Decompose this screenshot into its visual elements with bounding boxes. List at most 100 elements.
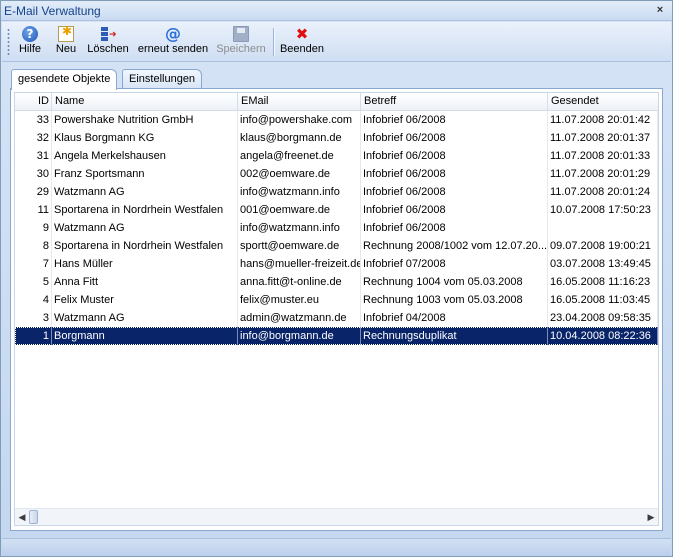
cell-sent — [548, 219, 658, 237]
cell-sent: 11.07.2008 20:01:33 — [548, 147, 658, 165]
tab-sent-items[interactable]: gesendete Objekte — [11, 69, 118, 90]
tab-settings[interactable]: Einstellungen — [122, 69, 203, 89]
tab-sent-items-label: gesendete Objekte — [18, 73, 111, 85]
cell-id: 5 — [15, 273, 52, 291]
cell-subject: Infobrief 06/2008 — [361, 165, 548, 183]
cell-email: info@powershake.com — [238, 111, 361, 129]
cell-id: 4 — [15, 291, 52, 309]
cell-subject: Rechnung 1003 vom 05.03.2008 — [361, 291, 548, 309]
table-row[interactable]: 8 Sportarena in Nordrhein Westfalen sportt… — [15, 237, 658, 255]
cell-name: Felix Muster — [52, 291, 238, 309]
cell-subject: Infobrief 06/2008 — [361, 219, 548, 237]
status-bar — [2, 538, 671, 556]
cell-email: klaus@borgmann.de — [238, 129, 361, 147]
cell-email: 002@oemware.de — [238, 165, 361, 183]
scroll-right-arrow-icon[interactable]: ▶ — [645, 511, 657, 523]
cell-name: Watzmann AG — [52, 309, 238, 327]
exit-button[interactable]: ✖ Beenden — [279, 25, 325, 59]
cell-id: 33 — [15, 111, 52, 129]
tab-panel: ID Name EMail Betreff Gesendet 33 Powersh… — [10, 88, 663, 531]
cell-email: angela@freenet.de — [238, 147, 361, 165]
cell-name: Watzmann AG — [52, 183, 238, 201]
cell-subject: Infobrief 06/2008 — [361, 147, 548, 165]
cell-sent: 09.07.2008 19:00:21 — [548, 237, 658, 255]
cell-id: 7 — [15, 255, 52, 273]
resend-button-label: erneut senden — [137, 43, 209, 55]
cell-name: Franz Sportsmann — [52, 165, 238, 183]
column-header-sent[interactable]: Gesendet — [548, 93, 658, 110]
cell-id: 32 — [15, 129, 52, 147]
cell-name: Hans Müller — [52, 255, 238, 273]
cell-sent: 11.07.2008 20:01:24 — [548, 183, 658, 201]
cell-email: felix@muster.eu — [238, 291, 361, 309]
cell-email: info@watzmann.info — [238, 219, 361, 237]
cell-subject: Infobrief 06/2008 — [361, 111, 548, 129]
cell-subject: Infobrief 06/2008 — [361, 183, 548, 201]
cell-subject: Infobrief 07/2008 — [361, 255, 548, 273]
scrollbar-thumb[interactable] — [29, 510, 38, 524]
table-row[interactable]: 30 Franz Sportsmann 002@oemware.de Infobrie… — [15, 165, 658, 183]
column-header-id[interactable]: ID — [15, 93, 52, 110]
cell-email: info@borgmann.de — [238, 327, 361, 345]
table-row[interactable]: 32 Klaus Borgmann KG klaus@borgmann.de Info… — [15, 129, 658, 147]
cell-id: 9 — [15, 219, 52, 237]
table-row[interactable]: 31 Angela Merkelshausen angela@freenet.de I… — [15, 147, 658, 165]
cell-subject: Rechnung 1004 vom 05.03.2008 — [361, 273, 548, 291]
close-icon[interactable]: × — [654, 3, 666, 17]
horizontal-scrollbar[interactable]: ◀ ▶ — [15, 508, 658, 525]
cell-sent: 11.07.2008 20:01:42 — [548, 111, 658, 129]
cell-sent: 11.07.2008 20:01:29 — [548, 165, 658, 183]
tab-settings-label: Einstellungen — [129, 73, 196, 85]
save-button-label: Speichern — [216, 43, 266, 55]
sent-items-grid: ID Name EMail Betreff Gesendet 33 Powersh… — [14, 92, 659, 526]
cell-subject: Rechnung 2008/1002 vom 12.07.20... — [361, 237, 548, 255]
save-button[interactable]: Speichern — [215, 25, 267, 59]
cell-subject: Rechnungsduplikat — [361, 327, 548, 345]
tab-strip: gesendete Objekte Einstellungen — [11, 69, 671, 90]
resend-button[interactable]: @ erneut senden — [137, 25, 209, 59]
toolbar-separator — [273, 28, 274, 56]
cell-email: anna.fitt@t-online.de — [238, 273, 361, 291]
column-header-subject[interactable]: Betreff — [361, 93, 548, 110]
column-header-email[interactable]: EMail — [238, 93, 361, 110]
cell-id: 11 — [15, 201, 52, 219]
cell-id: 29 — [15, 183, 52, 201]
save-icon — [233, 26, 249, 42]
cell-id: 8 — [15, 237, 52, 255]
cell-name: Sportarena in Nordrhein Westfalen — [52, 201, 238, 219]
cell-sent: 10.04.2008 08:22:36 — [548, 327, 658, 345]
scroll-left-arrow-icon[interactable]: ◀ — [16, 511, 28, 523]
table-row[interactable]: 3 Watzmann AG admin@watzmann.de Infobrief 0… — [15, 309, 658, 327]
window-title: E-Mail Verwaltung — [4, 4, 101, 18]
table-row[interactable]: 4 Felix Muster felix@muster.eu Rechnung 100… — [15, 291, 658, 309]
exit-icon: ✖ — [295, 25, 309, 43]
cell-subject: Infobrief 06/2008 — [361, 201, 548, 219]
table-row[interactable]: 1 Borgmann info@borgmann.de Rechnungsduplik… — [15, 327, 658, 345]
toolbar-grip[interactable] — [7, 28, 10, 56]
cell-email: info@watzmann.info — [238, 183, 361, 201]
cell-sent: 16.05.2008 11:03:45 — [548, 291, 658, 309]
cell-sent: 03.07.2008 13:49:45 — [548, 255, 658, 273]
cell-sent: 10.07.2008 17:50:23 — [548, 201, 658, 219]
cell-id: 30 — [15, 165, 52, 183]
delete-button[interactable]: ➜ Löschen — [86, 25, 130, 59]
delete-icon: ➜ — [100, 26, 117, 42]
grid-header: ID Name EMail Betreff Gesendet — [15, 93, 658, 111]
table-row[interactable]: 5 Anna Fitt anna.fitt@t-online.de Rechnung … — [15, 273, 658, 291]
table-row[interactable]: 33 Powershake Nutrition GmbH info@powersha… — [15, 111, 658, 129]
help-button[interactable]: ? Hilfe — [14, 25, 46, 59]
cell-name: Anna Fitt — [52, 273, 238, 291]
cell-id: 1 — [15, 327, 52, 345]
table-row[interactable]: 9 Watzmann AG info@watzmann.info Infobrief … — [15, 219, 658, 237]
table-row[interactable]: 11 Sportarena in Nordrhein Westfalen 001@o… — [15, 201, 658, 219]
table-row[interactable]: 7 Hans Müller hans@mueller-freizeit.de Info… — [15, 255, 658, 273]
new-button[interactable]: Neu — [52, 24, 80, 59]
toolbar: ? Hilfe Neu ➜ Löschen @ erneut senden Sp… — [2, 22, 671, 62]
table-row[interactable]: 29 Watzmann AG info@watzmann.info Infobrief… — [15, 183, 658, 201]
cell-name: Klaus Borgmann KG — [52, 129, 238, 147]
column-header-name[interactable]: Name — [52, 93, 238, 110]
cell-email: hans@mueller-freizeit.de — [238, 255, 361, 273]
cell-name: Sportarena in Nordrhein Westfalen — [52, 237, 238, 255]
cell-email: 001@oemware.de — [238, 201, 361, 219]
new-button-label: Neu — [55, 43, 77, 55]
